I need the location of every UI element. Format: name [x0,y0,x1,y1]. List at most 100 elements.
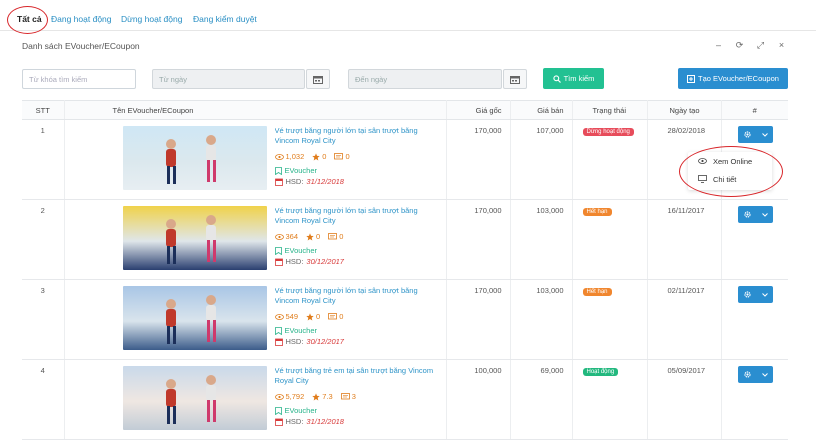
gear-dropdown-button[interactable] [737,126,773,143]
row-price: 170,000 [446,279,511,360]
views-count: 364 [285,232,299,241]
voucher-name-link[interactable]: Vé trượt băng trẻ em tại sân trượt băng … [275,366,442,386]
header-price: Giá gốc [446,100,511,120]
expiry-date: 31/12/2018 [306,177,344,186]
table-header-row: STT Tên EVoucher/ECoupon Giá gốc Giá bán… [22,100,788,120]
close-icon[interactable]: × [777,40,786,51]
calendar-icon [274,418,283,426]
calendar-icon [313,75,323,84]
refresh-icon[interactable]: ⟳ [735,40,744,51]
voucher-type: EVoucher [274,326,442,335]
status-badge: Dừng hoạt động [582,128,634,136]
rating-value: 7.3 [322,392,333,401]
voucher-thumbnail[interactable] [122,126,267,190]
table-row: 4 Vé trượt băng trẻ em tại sân trượt băn… [22,359,788,440]
panel-tools: – ⟳ ⤢ × [714,40,786,51]
voucher-stats: 364 0 0 [274,232,442,241]
from-date-input[interactable] [152,69,305,89]
voucher-stats: 5,792 7.3 3 [274,392,442,401]
search-button[interactable]: Tìm kiếm [543,68,604,89]
row-name-cell: Vé trượt băng người lớn tại sân trượt bă… [64,199,447,280]
row-status-cell: Hết hạn [572,199,648,280]
tab-reviewing[interactable]: Đang kiểm duyệt [193,14,257,24]
gear-dropdown-button[interactable] [737,286,773,303]
voucher-name-link[interactable]: Vé trượt băng người lớn tại sân trượt bă… [275,286,442,306]
row-stt: 4 [22,359,65,440]
expiry-label: HSD: [285,337,304,346]
voucher-name-link[interactable]: Vé trượt băng người lớn tại sân trượt bă… [275,126,442,146]
table-row: 3 Vé trượt băng người lớn tại sân trượt … [22,279,788,360]
calendar-icon [510,75,520,84]
chevron-down-icon [761,372,768,377]
header-actions: # [721,100,788,120]
voucher-type-label: EVoucher [284,246,318,255]
voucher-type-label: EVoucher [284,166,318,175]
monitor-icon [698,175,707,183]
star-icon [306,312,314,320]
tab-all[interactable]: Tất cả [17,14,42,24]
gear-dropdown-button[interactable] [737,366,773,383]
rating-value: 0 [322,152,327,161]
row-created: 16/11/2017 [647,199,722,280]
star-icon [306,232,314,240]
row-actions-cell [721,279,788,360]
chevron-down-icon [761,132,768,137]
detail-item[interactable]: Chi tiết [688,170,772,188]
eye-icon [274,313,284,320]
to-calendar-button[interactable] [503,69,527,89]
comments-count: 0 [345,152,350,161]
star-icon [312,152,320,160]
star-icon [312,392,320,400]
minimize-icon[interactable]: – [714,40,723,51]
row-price: 170,000 [446,199,511,280]
views-count: 1,032 [285,152,305,161]
view-online-label: Xem Online [713,156,753,166]
comment-icon [334,152,344,159]
search-icon [552,74,561,83]
calendar-icon [274,338,283,346]
expiry-label: HSD: [285,257,304,266]
view-online-item[interactable]: Xem Online [688,152,772,170]
row-actions-cell [721,199,788,280]
header-sale: Giá bán [510,100,573,120]
row-stt: 2 [22,199,65,280]
row-price: 170,000 [446,119,511,200]
skater-figure [165,215,216,264]
voucher-stats: 549 0 0 [274,312,442,321]
chevron-down-icon [761,292,768,297]
keyword-input[interactable] [22,69,136,89]
from-calendar-button[interactable] [306,69,330,89]
header-created: Ngày tạo [647,100,722,120]
voucher-thumbnail[interactable] [122,366,267,430]
rating-value: 0 [316,232,321,241]
to-date-input[interactable] [348,69,502,89]
rating-value: 0 [316,312,321,321]
panel-title: Danh sách EVoucher/ECoupon [22,41,140,51]
fullscreen-icon[interactable]: ⤢ [756,40,765,51]
create-evoucher-button[interactable]: Tạo EVoucher/ECoupon [678,68,788,89]
chevron-down-icon [761,212,768,217]
evoucher-table: STT Tên EVoucher/ECoupon Giá gốc Giá bán… [22,100,788,440]
row-created: 02/11/2017 [647,279,722,360]
calendar-icon [274,258,283,266]
row-status-cell: Hoạt động [572,359,648,440]
table-row: 2 Vé trượt băng người lớn tại sân trượt … [22,199,788,280]
row-price: 100,000 [446,359,511,440]
bookmark-icon [274,406,282,415]
gear-dropdown-button[interactable] [737,206,773,223]
search-button-label: Tìm kiếm [563,74,595,83]
bookmark-icon [274,326,282,335]
tab-active[interactable]: Đang hoạt động [51,14,112,24]
voucher-name-link[interactable]: Vé trượt băng người lớn tại sân trượt bă… [275,206,442,226]
voucher-type-label: EVoucher [284,406,318,415]
calendar-icon [274,178,283,186]
tab-stopped[interactable]: Dừng hoạt động [121,14,182,24]
table-row: 1 Vé trượt băng người lớn tại sân trượt … [22,119,788,200]
row-name-cell: Vé trượt băng người lớn tại sân trượt bă… [64,279,447,360]
eye-icon [274,153,284,160]
voucher-expiry: HSD: 31/12/2018 [274,417,442,426]
status-tabs: Tất cả Đang hoạt động Dừng hoạt động Đan… [0,0,816,31]
voucher-expiry: HSD: 30/12/2017 [274,257,442,266]
voucher-thumbnail[interactable] [122,286,267,350]
voucher-thumbnail[interactable] [122,206,267,270]
